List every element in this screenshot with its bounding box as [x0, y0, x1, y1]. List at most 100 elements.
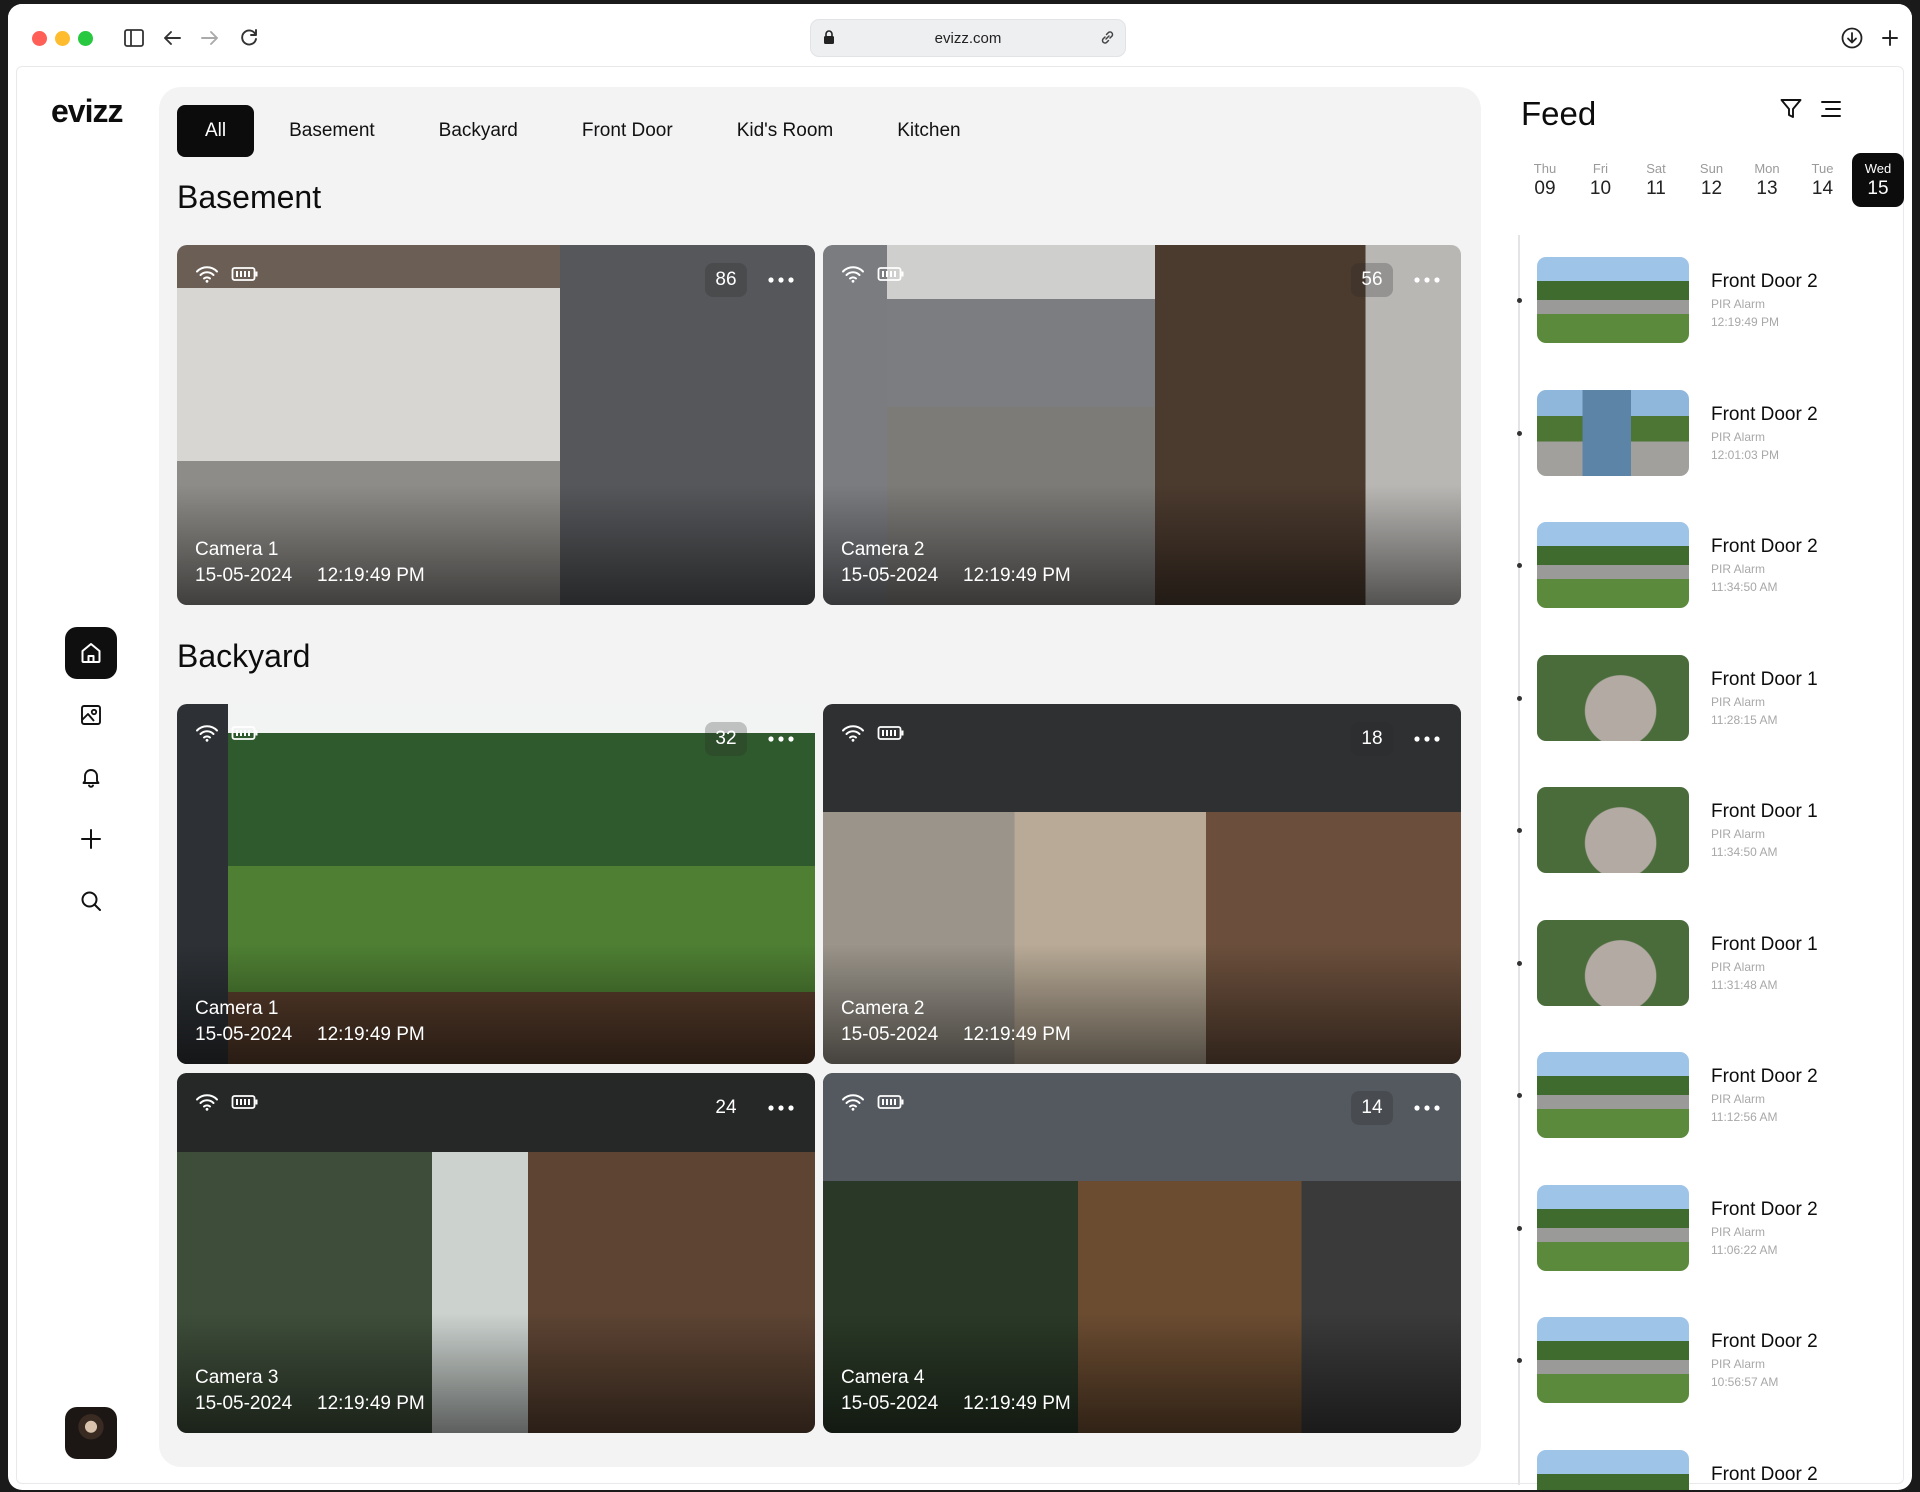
tab-kids-room[interactable]: Kid's Room [708, 105, 863, 157]
download-icon[interactable] [1838, 24, 1866, 52]
camera-name: Camera 2 [841, 539, 925, 560]
event-feed: Feed Thu 09 Fri 10 Sat 11 Sun 12 Mon 13 Tue [1497, 67, 1905, 1490]
event-thumbnail[interactable] [1537, 1449, 1689, 1490]
camera-card-basement-1[interactable]: 86 Camera 1 15-05-2024 12:19:49 PM [177, 245, 815, 605]
camera-card-backyard-2[interactable]: 18 Camera 2 15-05-2024 12:19:49 PM [823, 704, 1461, 1064]
maximize-window-button[interactable] [78, 31, 93, 46]
day-number: 14 [1811, 177, 1834, 199]
event-camera-name: Front Door 1 [1711, 933, 1818, 955]
more-options-icon[interactable] [1407, 1091, 1447, 1125]
event-time: 12:01:03 PM [1711, 447, 1780, 462]
event-type: PIR Alarm [1711, 297, 1766, 311]
event-thumbnail[interactable] [1537, 1184, 1689, 1271]
sidebar-item-gallery[interactable] [65, 689, 117, 741]
sidebar-item-search[interactable] [65, 875, 117, 927]
camera-card-basement-2[interactable]: 56 Camera 2 15-05-2024 12:19:49 PM [823, 245, 1461, 605]
camera-card-backyard-3[interactable]: 24 Camera 3 15-05-2024 12:19:49 PM [177, 1073, 815, 1433]
event-count-badge: 32 [705, 722, 747, 756]
feed-item[interactable]: Front Door 2 PIR Alarm 11:06:22 AM [1517, 1184, 1889, 1275]
event-thumbnail[interactable] [1537, 919, 1689, 1006]
feed-item[interactable]: Front Door 2 PIR Alarm 12:01:03 PM [1517, 389, 1889, 480]
more-options-icon[interactable] [1407, 722, 1447, 756]
feed-item[interactable]: Front Door 1 PIR Alarm 11:28:15 AM [1517, 654, 1889, 745]
more-options-icon[interactable] [1407, 263, 1447, 297]
camera-date: 15-05-2024 [195, 1393, 293, 1414]
event-thumbnail[interactable] [1537, 1317, 1689, 1403]
event-camera-name: Front Door 2 [1711, 1463, 1818, 1485]
day-number: 10 [1589, 177, 1612, 199]
filter-icon[interactable] [1779, 97, 1803, 126]
feed-item[interactable]: Front Door 1 PIR Alarm 11:31:48 AM [1517, 919, 1889, 1010]
browser-toolbar: evizz.com [8, 4, 1912, 66]
event-thumbnail[interactable] [1537, 1052, 1689, 1138]
camera-date: 15-05-2024 [841, 1393, 939, 1414]
event-camera-name: Front Door 2 [1711, 1066, 1818, 1087]
more-options-icon[interactable] [761, 722, 801, 756]
event-camera-name: Front Door 2 [1711, 403, 1818, 425]
date-wed-button[interactable]: Wed 15 [1852, 153, 1904, 207]
tab-kitchen[interactable]: Kitchen [868, 105, 989, 157]
event-thumbnail[interactable] [1537, 654, 1689, 741]
link-icon[interactable] [1100, 30, 1115, 50]
camera-status-icons [841, 265, 905, 288]
reload-icon[interactable] [235, 24, 263, 52]
feed-item[interactable]: Front Door 1 PIR Alarm 11:34:50 AM [1517, 787, 1889, 877]
camera-time: 12:19:49 PM [963, 1393, 1071, 1414]
event-camera-name: Front Door 2 [1711, 536, 1818, 557]
more-options-icon[interactable] [761, 263, 801, 297]
event-type: PIR Alarm [1711, 1357, 1766, 1371]
tab-basement[interactable]: Basement [260, 105, 404, 157]
address-bar[interactable]: evizz.com [810, 19, 1126, 57]
sidebar-item-home[interactable] [65, 627, 117, 679]
minimize-window-button[interactable] [55, 31, 70, 46]
forward-arrow-icon[interactable] [196, 24, 224, 52]
feed-item[interactable]: Front Door 2 PIR Alarm 11:34:50 AM [1517, 522, 1889, 612]
user-avatar[interactable] [65, 1407, 117, 1459]
menu-icon[interactable] [1819, 97, 1843, 126]
date-sun-button[interactable]: Sun 12 [1686, 153, 1738, 207]
camera-card-backyard-1[interactable]: 32 Camera 1 15-05-2024 12:19:49 PM [177, 704, 815, 1064]
event-thumbnail[interactable] [1537, 787, 1689, 873]
day-name: Fri [1592, 160, 1609, 176]
day-name: Sat [1646, 160, 1666, 176]
tab-all[interactable]: All [177, 105, 255, 157]
event-thumbnail[interactable] [1537, 389, 1689, 476]
feed-item[interactable]: Front Door 2 [1519, 1449, 1889, 1490]
sidebar-toggle-icon[interactable] [120, 24, 148, 52]
new-tab-icon[interactable] [1876, 24, 1904, 52]
bell-icon [82, 769, 100, 788]
event-time: 11:34:50 AM [1711, 580, 1778, 594]
date-fri-button[interactable]: Fri 10 [1575, 153, 1627, 207]
sidebar-item-notifications[interactable] [65, 751, 117, 803]
event-time: 11:28:15 AM [1711, 712, 1778, 727]
camera-card-backyard-4[interactable]: 14 Camera 4 15-05-2024 12:19:49 PM [823, 1073, 1461, 1433]
feed-item[interactable]: Front Door 2 PIR Alarm 10:56:57 AM [1517, 1317, 1889, 1407]
event-thumbnail[interactable] [1537, 257, 1689, 343]
date-thu-button[interactable]: Thu 09 [1519, 153, 1571, 207]
event-time: 11:06:22 AM [1711, 1242, 1778, 1257]
plus-icon [81, 829, 101, 849]
more-options-icon[interactable] [761, 1091, 801, 1125]
date-mon-button[interactable]: Mon 13 [1741, 153, 1793, 207]
tab-front-door[interactable]: Front Door [553, 105, 702, 157]
tab-backyard[interactable]: Backyard [410, 105, 547, 157]
event-type: PIR Alarm [1711, 1092, 1766, 1106]
camera-name: Camera 1 [195, 998, 279, 1019]
close-window-button[interactable] [32, 31, 47, 46]
lock-icon [823, 30, 835, 50]
date-tue-button[interactable]: Tue 14 [1797, 153, 1849, 207]
app-logo[interactable]: evizz [51, 93, 123, 130]
back-arrow-icon[interactable] [158, 24, 186, 52]
event-thumbnail[interactable] [1537, 522, 1689, 608]
feed-item[interactable]: Front Door 2 PIR Alarm 11:12:56 AM [1517, 1052, 1889, 1142]
date-sat-button[interactable]: Sat 11 [1630, 153, 1682, 207]
feed-item[interactable]: Front Door 2 PIR Alarm 12:19:49 PM [1517, 257, 1889, 347]
event-time: 11:34:50 AM [1711, 845, 1778, 859]
camera-name: Camera 4 [841, 1367, 925, 1388]
camera-status-icons [195, 724, 259, 747]
event-camera-name: Front Door 2 [1711, 271, 1818, 292]
camera-time: 12:19:49 PM [963, 1024, 1071, 1045]
timeline-dot [1517, 298, 1522, 303]
sidebar-item-add[interactable] [65, 813, 117, 865]
timeline-dot [1517, 828, 1522, 833]
